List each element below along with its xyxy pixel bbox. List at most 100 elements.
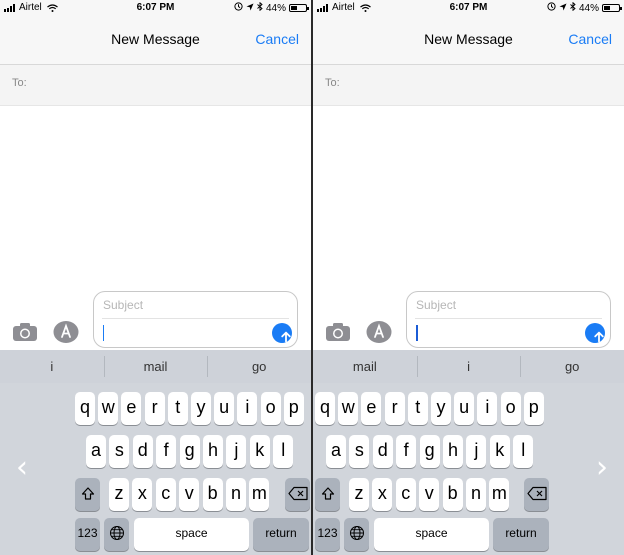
key-i[interactable]: i [477, 392, 498, 425]
key-l[interactable]: l [513, 435, 534, 468]
recipient-field[interactable]: To: [0, 65, 311, 106]
key-d[interactable]: d [132, 435, 153, 468]
key-m[interactable]: m [489, 478, 510, 511]
send-button[interactable] [585, 323, 605, 343]
cancel-button[interactable]: Cancel [255, 31, 299, 47]
key-h[interactable]: h [443, 435, 463, 468]
subject-input[interactable]: Subject [103, 298, 143, 312]
key-y[interactable]: y [191, 392, 211, 425]
status-bar: Airtel 6:07 PM 44% [0, 0, 311, 16]
message-compose-field[interactable]: Subject [93, 291, 298, 348]
camera-icon[interactable] [12, 322, 38, 342]
key-t[interactable]: t [407, 392, 428, 425]
key-l[interactable]: l [273, 435, 294, 468]
space-key[interactable]: space [134, 518, 249, 551]
keyboard-shift-right-chevron-icon[interactable]: › [596, 453, 608, 483]
bluetooth-icon [257, 1, 263, 14]
key-k[interactable]: k [489, 435, 510, 468]
key-e[interactable]: e [121, 392, 142, 425]
key-g[interactable]: g [419, 435, 440, 468]
shift-key[interactable] [315, 478, 340, 511]
delete-key[interactable] [285, 478, 310, 511]
key-c[interactable]: c [395, 478, 416, 511]
numbers-key[interactable]: 123 [75, 518, 100, 551]
suggestion-3[interactable]: go [207, 350, 311, 383]
key-p[interactable]: p [283, 392, 304, 425]
key-f[interactable]: f [396, 435, 417, 468]
key-z[interactable]: z [109, 478, 129, 511]
globe-icon [349, 519, 364, 550]
key-g[interactable]: g [179, 435, 200, 468]
key-c[interactable]: c [155, 478, 176, 511]
orientation-lock-icon [234, 2, 243, 14]
shift-key[interactable] [75, 478, 100, 511]
battery-icon [602, 4, 622, 12]
battery-percent: 44% [578, 2, 599, 14]
key-h[interactable]: h [203, 435, 223, 468]
delete-key[interactable] [524, 478, 549, 511]
send-button[interactable] [272, 323, 292, 343]
suggestion-3[interactable]: go [520, 350, 624, 383]
recipient-field[interactable]: To: [313, 65, 624, 106]
key-b[interactable]: b [442, 478, 463, 511]
keyboard-shift-left-chevron-icon[interactable]: ‹ [16, 453, 28, 483]
battery-percent: 44% [265, 2, 286, 14]
key-j[interactable]: j [226, 435, 247, 468]
status-indicators: 44% [234, 1, 309, 14]
space-key[interactable]: space [374, 518, 489, 551]
key-x[interactable]: x [372, 478, 393, 511]
globe-key[interactable] [344, 518, 369, 551]
key-b[interactable]: b [202, 478, 223, 511]
orientation-lock-icon [547, 2, 556, 14]
key-u[interactable]: u [214, 392, 235, 425]
key-a[interactable]: a [326, 435, 346, 468]
key-k[interactable]: k [249, 435, 270, 468]
key-s[interactable]: s [109, 435, 130, 468]
key-v[interactable]: v [179, 478, 200, 511]
key-n[interactable]: n [226, 478, 246, 511]
key-y[interactable]: y [431, 392, 451, 425]
message-compose-field[interactable]: Subject [406, 291, 611, 348]
key-o[interactable]: o [260, 392, 281, 425]
key-s[interactable]: s [349, 435, 370, 468]
keyboard: q w e r t y u i o p a s d f g h j k l z x c v b n m 123 space return… [0, 383, 311, 555]
key-r[interactable]: r [144, 392, 165, 425]
key-z[interactable]: z [349, 478, 369, 511]
key-r[interactable]: r [384, 392, 405, 425]
app-store-icon[interactable] [366, 320, 392, 344]
compose-divider [102, 318, 289, 319]
numbers-key[interactable]: 123 [315, 518, 340, 551]
return-key[interactable]: return [493, 518, 549, 551]
key-d[interactable]: d [372, 435, 393, 468]
key-o[interactable]: o [500, 392, 521, 425]
key-a[interactable]: a [86, 435, 106, 468]
subject-input[interactable]: Subject [416, 298, 456, 312]
key-x[interactable]: x [132, 478, 153, 511]
suggestion-1[interactable]: mail [313, 350, 417, 383]
key-u[interactable]: u [454, 392, 475, 425]
key-f[interactable]: f [156, 435, 177, 468]
status-indicators: 44% [547, 1, 622, 14]
key-i[interactable]: i [237, 392, 258, 425]
key-w[interactable]: w [338, 392, 359, 425]
suggestion-2[interactable]: i [416, 350, 521, 383]
key-p[interactable]: p [523, 392, 544, 425]
app-store-icon[interactable] [53, 320, 79, 344]
globe-key[interactable] [104, 518, 129, 551]
status-bar: Airtel 6:07 PM 44% [313, 0, 624, 16]
return-key[interactable]: return [253, 518, 309, 551]
backspace-icon [526, 479, 547, 510]
key-q[interactable]: q [315, 392, 335, 425]
key-v[interactable]: v [419, 478, 440, 511]
key-q[interactable]: q [75, 392, 95, 425]
key-e[interactable]: e [361, 392, 382, 425]
key-j[interactable]: j [466, 435, 487, 468]
key-w[interactable]: w [98, 392, 119, 425]
key-m[interactable]: m [249, 478, 270, 511]
suggestion-2[interactable]: mail [103, 350, 208, 383]
key-n[interactable]: n [466, 478, 486, 511]
suggestion-1[interactable]: i [0, 350, 104, 383]
cancel-button[interactable]: Cancel [568, 31, 612, 47]
camera-icon[interactable] [325, 322, 351, 342]
key-t[interactable]: t [167, 392, 188, 425]
